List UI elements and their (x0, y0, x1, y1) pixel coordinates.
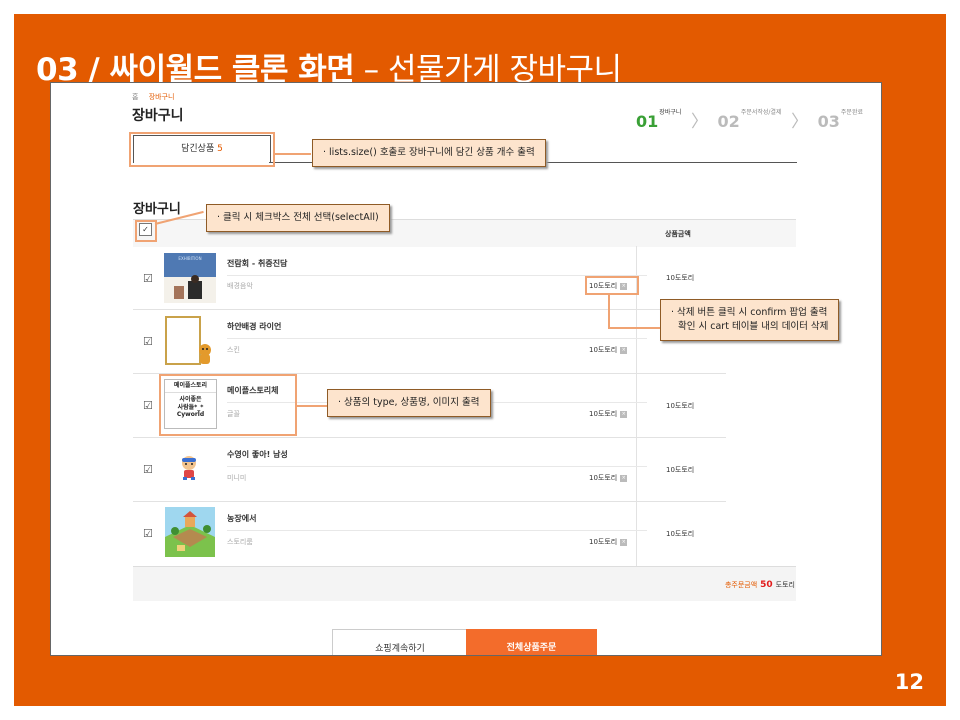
item-price: 10도토리 × (589, 473, 628, 483)
item-checkbox[interactable]: ☑ (143, 272, 153, 285)
item-total-price: 10도토리 (666, 466, 695, 474)
item-divider (227, 466, 647, 467)
total-label: 총주문금액 (724, 581, 758, 589)
page-title: 장바구니 (132, 108, 184, 124)
row-divider (133, 309, 726, 310)
order-steps: 01장바구니 〉 02주문서작성/결제 〉 03주문완료 (636, 107, 863, 132)
item-price: 10도토리 × (589, 345, 628, 355)
item-price-value: 10도토리 (589, 538, 618, 546)
item-name[interactable]: 전람회 - 취중진담 (227, 258, 287, 269)
item-price-value: 10도토리 (589, 410, 618, 418)
item-type: 미니미 (227, 474, 247, 482)
item-checkbox[interactable]: ☑ (143, 335, 153, 348)
item-price-value: 10도토리 (589, 346, 618, 354)
callout-delete-line: 확인 시 cart 테이블 내의 데이터 삭제 (678, 320, 829, 332)
page-number: 12 (894, 670, 924, 694)
step-2-label: 주문서작성/결제 (740, 109, 782, 116)
item-type: 배경음악 (227, 282, 253, 290)
skin-frame-image (165, 316, 215, 366)
row-divider (133, 437, 726, 438)
callout-connector (608, 293, 610, 329)
item-total-price: 10도토리 (666, 530, 695, 538)
delete-highlight (585, 276, 639, 295)
item-price: 10도토리 × (589, 409, 628, 419)
item-name[interactable]: 농장에서 (227, 513, 256, 524)
callout-delete-line: · 삭제 버튼 클릭 시 confirm 팝업 출력 (671, 307, 828, 318)
screenshot-frame: 홈 장바구니 장바구니 01장바구니 〉 02주문서작성/결제 〉 03주문완료… (50, 82, 882, 656)
callout-connector (608, 327, 660, 329)
continue-shopping-button[interactable]: 쇼핑계속하기 (332, 629, 468, 655)
total-value: 50 (760, 580, 773, 590)
item-info-highlight (159, 374, 297, 436)
delete-icon[interactable]: × (620, 538, 628, 546)
minime-character-image (178, 455, 200, 481)
callout-connector (295, 405, 327, 407)
breadcrumb-home[interactable]: 홈 (132, 93, 138, 101)
chevron-right-icon: 〉 (690, 112, 708, 132)
breadcrumb: 홈 장바구니 (132, 92, 174, 102)
item-checkbox[interactable]: ☑ (143, 527, 153, 540)
item-checkbox[interactable]: ☑ (143, 463, 153, 476)
total-unit: 도토리 (775, 581, 795, 589)
item-type: 스킨 (227, 346, 240, 354)
item-name[interactable]: 수영이 좋아! 남성 (227, 449, 288, 460)
item-checkbox[interactable]: ☑ (143, 399, 153, 412)
item-total-price: 10도토리 (666, 402, 695, 410)
order-total: 총주문금액 50 도토리 (725, 580, 795, 590)
callout-count: · lists.size() 호출로 장바구니에 담긴 상품 개수 출력 (312, 139, 546, 167)
album-cover-image: EXHIBITION (164, 253, 216, 303)
total-bar (133, 566, 796, 601)
item-type: 스토리룸 (227, 538, 253, 546)
item-total-price: 10도토리 (666, 274, 695, 282)
order-all-button[interactable]: 전체상품주문 (466, 629, 597, 655)
item-price: 10도토리 × (589, 537, 628, 547)
step-3-number: 03 (817, 112, 840, 131)
item-divider (227, 530, 647, 531)
step-1-label: 장바구니 (659, 109, 682, 116)
breadcrumb-current: 장바구니 (148, 93, 175, 101)
row-divider (133, 501, 726, 502)
header-price: 상품금액 (665, 230, 691, 238)
item-name[interactable]: 하얀배경 라이언 (227, 321, 281, 332)
album-cover-text: EXHIBITION (178, 256, 201, 261)
callout-delete: · 삭제 버튼 클릭 시 confirm 팝업 출력 확인 시 cart 테이블… (660, 299, 840, 341)
step-3-label: 주문완료 (840, 109, 863, 116)
callout-select-all: · 클릭 시 체크박스 전체 선택(selectAll) (206, 204, 390, 232)
item-price-value: 10도토리 (589, 474, 618, 482)
tab-highlight (129, 132, 275, 167)
delete-icon[interactable]: × (620, 474, 628, 482)
select-all-highlight (135, 220, 157, 242)
delete-icon[interactable]: × (620, 410, 628, 418)
callout-item-info: · 상품의 type, 상품명, 이미지 출력 (327, 389, 491, 417)
chevron-right-icon: 〉 (791, 112, 809, 132)
callout-connector (273, 153, 311, 155)
section-title: 장바구니 (133, 202, 181, 217)
step-1-number: 01 (636, 112, 659, 131)
item-divider (227, 338, 647, 339)
step-2-number: 02 (717, 112, 740, 131)
item-divider (227, 275, 647, 276)
story-room-image (165, 507, 215, 557)
delete-icon[interactable]: × (620, 346, 628, 354)
